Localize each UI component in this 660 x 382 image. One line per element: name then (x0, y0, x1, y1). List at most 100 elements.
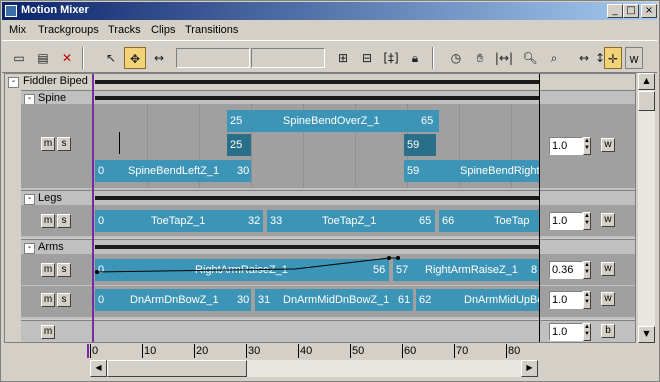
clip-start: 59 (407, 165, 420, 177)
clip-end: 32 (248, 215, 261, 227)
move-icon[interactable]: ✥ (124, 47, 146, 69)
add-track-icon[interactable]: ▭ (8, 47, 30, 69)
ruler-tick (454, 344, 455, 358)
collapse-toggle[interactable]: - (8, 77, 19, 88)
solo-button[interactable]: s (57, 293, 71, 307)
clip-end: 30 (237, 294, 250, 306)
weight-spinner[interactable]: ▲ ▼ (583, 212, 591, 230)
frame-icon[interactable]: |↔| (493, 47, 515, 69)
frame-field-1[interactable] (176, 48, 250, 68)
arms-weight-input-2[interactable]: 1.0 (549, 291, 583, 309)
menu-mix[interactable]: Mix (9, 24, 26, 36)
clip-dnarm-dnbow[interactable]: 0 DnArmDnBowZ_1 30 (95, 289, 251, 311)
clip-area-edge (539, 74, 540, 342)
transition-spine-b[interactable]: 59 (404, 134, 436, 156)
vertical-scrollbar[interactable]: ▲ ▼ (638, 73, 655, 343)
weight-curve-button[interactable]: w (601, 138, 615, 152)
trackgroup-bottom (21, 320, 635, 342)
ruler-label: 0 (92, 345, 99, 357)
close-button[interactable]: × (641, 4, 657, 18)
mute-button[interactable]: m (41, 293, 55, 307)
ruler-tick (246, 344, 247, 358)
scroll-down-button[interactable]: ▼ (638, 326, 655, 343)
clip-start: 66 (442, 215, 455, 227)
time-icon[interactable]: ◷ (445, 47, 467, 69)
lock-icon[interactable]: 🔒︎ (404, 47, 426, 69)
ruler-label: 20 (196, 345, 209, 357)
menu-tracks[interactable]: Tracks (108, 24, 141, 36)
ruler-label: 70 (456, 345, 469, 357)
root-range-bar (95, 80, 539, 84)
solo-button[interactable]: s (57, 263, 71, 277)
bottom-weight-input[interactable]: 1.0 (549, 323, 583, 341)
mute-button[interactable]: m (41, 263, 55, 277)
menu-transitions[interactable]: Transitions (185, 24, 238, 36)
clip-name: ToeTapZ_1 (151, 215, 206, 227)
spine-weight-input[interactable]: 1.0 (549, 137, 583, 155)
solo-button[interactable]: s (57, 137, 71, 151)
zoom-region-icon[interactable]: ⌕ (543, 47, 565, 69)
clip-start: 59 (407, 139, 420, 151)
mute-button[interactable]: m (41, 325, 55, 339)
arms-weight-input-1[interactable]: 0.36 (549, 261, 583, 279)
toolbar-separator (432, 47, 434, 69)
fit-icon[interactable]: ⊟ (356, 47, 378, 69)
weight-spinner[interactable]: ▲ ▼ (583, 323, 591, 341)
frame-range-icon[interactable]: [‡] (380, 47, 402, 69)
pan-icon[interactable]: ✋︎ (469, 47, 491, 69)
time-slider-cursor[interactable] (92, 74, 94, 342)
clip-name: DnArmDnBowZ_1 (130, 294, 219, 306)
weight-spinner[interactable]: ▲ ▼ (583, 291, 591, 309)
mixer-tracks-panel: - Fiddler Biped - Spine m s - Legs m s -… (4, 73, 636, 343)
maximize-button[interactable]: □ (623, 4, 639, 18)
menu-trackgroups[interactable]: Trackgroups (38, 24, 99, 36)
clip-name: ToeTap (494, 215, 530, 227)
collapse-toggle[interactable]: - (24, 243, 35, 254)
snap-icon[interactable]: ⊞ (332, 47, 354, 69)
solo-button[interactable]: s (57, 214, 71, 228)
weight-spinner[interactable]: ▲ ▼ (583, 261, 591, 279)
clip-dnarm-middnbow[interactable]: 31 DnArmMidDnBowZ_1 61 (255, 289, 413, 311)
select-icon[interactable]: ↖ (100, 47, 122, 69)
clip-spine-bend-right[interactable]: 59 SpineBendRight (404, 160, 539, 182)
scroll-right-button[interactable]: ▶ (521, 360, 538, 377)
scroll-up-button[interactable]: ▲ (638, 73, 655, 90)
arms-range-bar (95, 245, 539, 249)
horizontal-scrollbar[interactable]: ◀ ▶ (90, 360, 538, 377)
maximize-icon[interactable]: ✛ (604, 47, 622, 69)
clip-start: 0 (98, 215, 105, 227)
weight-curve-button[interactable]: w (601, 262, 615, 276)
clip-end: 65 (421, 115, 434, 127)
minimize-button[interactable]: _ (607, 4, 623, 18)
app-icon (5, 5, 17, 17)
frame-field-2[interactable] (251, 48, 325, 68)
mute-button[interactable]: m (41, 214, 55, 228)
weight-spinner[interactable]: ▲ ▼ (583, 137, 591, 155)
clip-toetap-3[interactable]: 66 ToeTap (439, 210, 539, 232)
clip-start: 31 (258, 294, 271, 306)
zoom-icon[interactable]: 🔍︎ (519, 47, 541, 69)
weight-icon[interactable]: w (625, 47, 643, 69)
bias-button[interactable]: b (601, 324, 615, 338)
clip-start: 25 (230, 115, 243, 127)
weight-curve-button[interactable]: w (601, 213, 615, 227)
mute-button[interactable]: m (41, 137, 55, 151)
collapse-toggle[interactable]: - (24, 194, 35, 205)
clip-spine-bend-over[interactable]: 25 SpineBendOverZ_1 65 (227, 110, 439, 132)
add-trackgroup-icon[interactable]: ▤ (32, 47, 54, 69)
menu-clips[interactable]: Clips (151, 24, 175, 36)
scale-clip-icon[interactable]: ↔ (148, 47, 170, 69)
clip-start: 25 (230, 139, 243, 151)
ruler-label: 40 (300, 345, 313, 357)
delete-icon[interactable]: ✕ (56, 47, 78, 69)
clip-spine-bend-left[interactable]: 0 SpineBendLeftZ_1 30 (95, 160, 251, 182)
clip-dnarm-midupbow[interactable]: 62 DnArmMidUpBo (416, 289, 539, 311)
transition-spine-a[interactable]: 25 (227, 134, 251, 156)
clip-toetap-2[interactable]: 33 ToeTapZ_1 65 (267, 210, 435, 232)
weight-curve-button[interactable]: w (601, 292, 615, 306)
scroll-left-button[interactable]: ◀ (90, 360, 107, 377)
clip-toetap-1[interactable]: 0 ToeTapZ_1 32 (95, 210, 263, 232)
scroll-thumb[interactable] (107, 360, 247, 377)
scroll-thumb[interactable] (638, 91, 655, 111)
legs-weight-input[interactable]: 1.0 (549, 212, 583, 230)
